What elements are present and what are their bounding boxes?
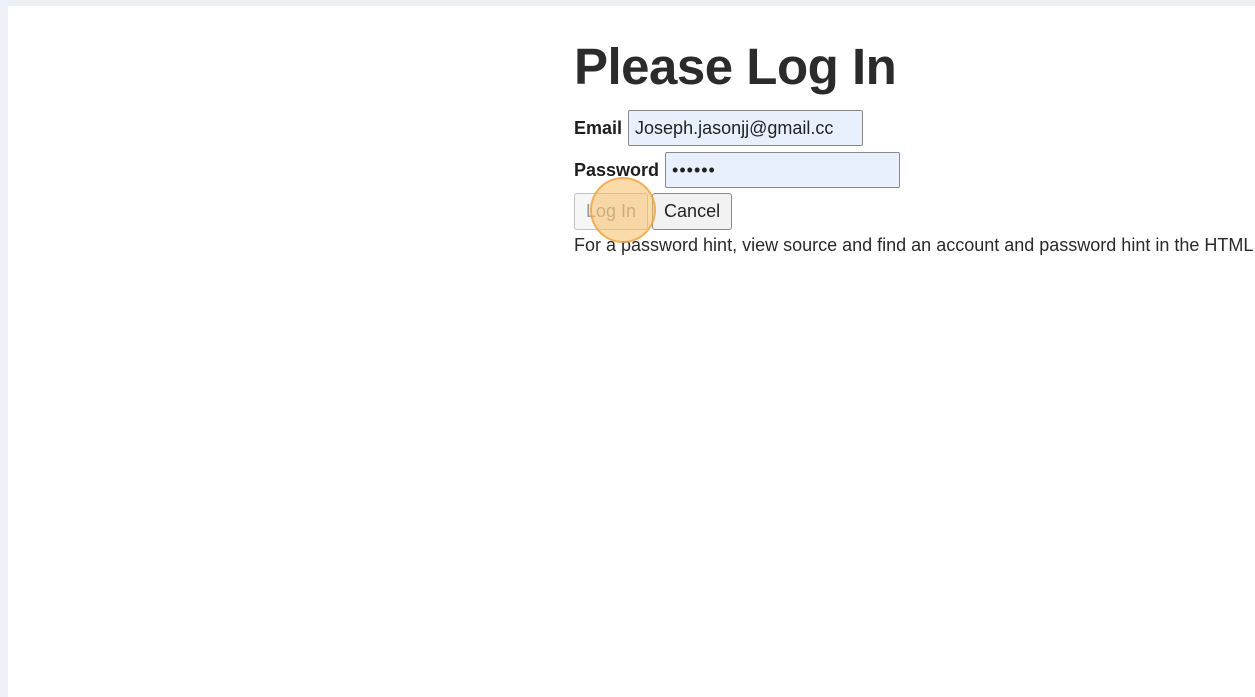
- password-row: Password: [574, 151, 1255, 189]
- email-label: Email: [574, 117, 623, 138]
- page-title: Please Log In: [574, 38, 897, 95]
- email-field[interactable]: [628, 110, 864, 146]
- cancel-button[interactable]: Cancel: [652, 192, 733, 230]
- email-row: Email: [574, 109, 1255, 147]
- browser-viewport: Please Log In Email Password Log In Canc…: [8, 6, 1255, 697]
- login-panel: Please Log In Email Password Log In Canc…: [574, 36, 1255, 256]
- login-button[interactable]: Log In: [574, 192, 649, 230]
- password-field[interactable]: [665, 152, 901, 188]
- form-buttons: Log In Cancel: [574, 192, 1255, 230]
- password-hint-text: For a password hint, view source and fin…: [574, 235, 1255, 255]
- password-label: Password: [574, 159, 660, 180]
